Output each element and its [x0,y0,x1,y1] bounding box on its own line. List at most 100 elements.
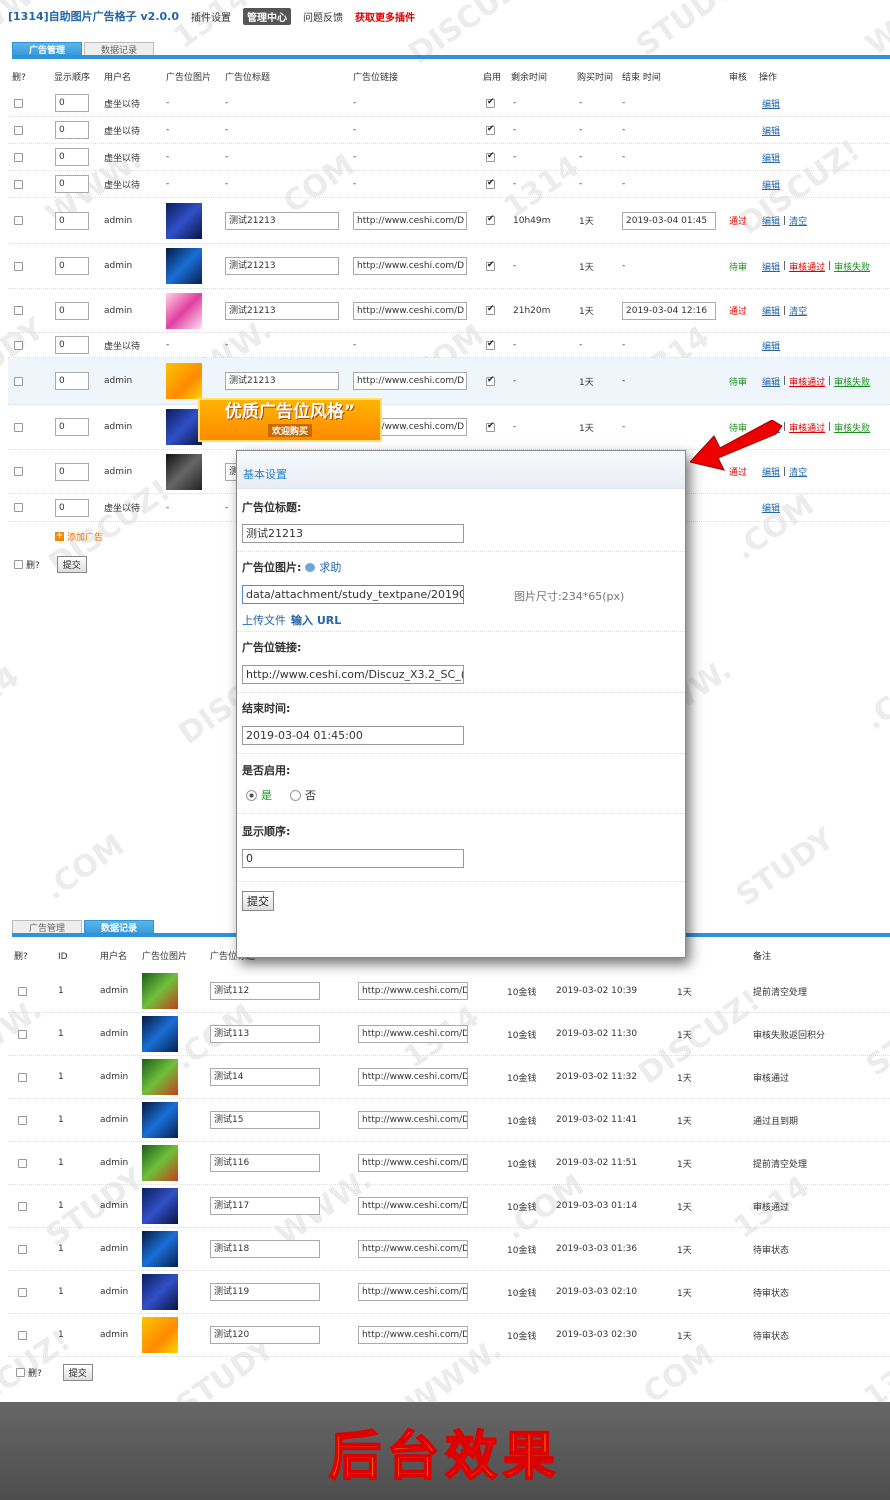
end-time-input[interactable]: 2019-03-04 12:16 [622,301,716,320]
link-input[interactable]: http://www.ceshi.com/D [358,982,468,1000]
row-checkbox[interactable] [14,152,23,162]
title-input[interactable]: 测试120 [210,1326,320,1344]
end-time-input[interactable]: 2019-03-04 01:45:00 [242,726,464,745]
enabled-checkbox[interactable] [486,339,495,350]
action-link[interactable]: 清空 [789,465,807,478]
action-link[interactable]: 编辑 [762,501,780,514]
action-link[interactable]: 编辑 [762,214,780,227]
submit-button[interactable]: 提交 [56,556,87,573]
row-checkbox[interactable] [18,1244,27,1254]
order-input[interactable]: 0 [55,462,89,481]
order-input[interactable]: 0 [55,94,89,112]
row-checkbox[interactable] [14,125,23,135]
action-link[interactable]: 审核失败 [834,260,870,273]
nav-plugin-settings[interactable]: 插件设置 [191,9,231,24]
title-input[interactable]: 测试117 [210,1197,320,1215]
title-input[interactable]: 测试21213 [225,301,339,320]
row-checkbox[interactable] [18,1330,27,1340]
row-checkbox[interactable] [14,467,23,476]
action-link[interactable]: 清空 [789,214,807,227]
action-link[interactable]: 审核失败 [834,421,870,434]
add-ad-link[interactable]: + 添加广告 [55,530,103,543]
order-input[interactable]: 0 [55,372,89,390]
title-input[interactable]: 测试21213 [242,524,464,543]
nav-more-plugins[interactable]: 获取更多插件 [355,9,415,24]
title-input[interactable]: 测试15 [210,1111,320,1129]
title-input[interactable]: 测试21213 [225,257,339,275]
enabled-checkbox[interactable] [486,151,495,162]
row-checkbox[interactable] [14,261,23,271]
end-time-input[interactable]: 2019-03-04 01:45 [622,211,716,230]
action-link[interactable]: 编辑 [762,375,780,388]
radio-yes[interactable] [246,789,257,801]
link-input[interactable]: http://www.ceshi.com/Discuz_X3.2_SC_( [242,665,464,684]
action-link[interactable]: 编辑 [762,339,780,352]
row-checkbox[interactable] [18,1158,27,1168]
link-input[interactable]: http://www.ceshi.com/D [358,1283,468,1301]
order-input[interactable]: 0 [55,211,89,230]
nav-feedback[interactable]: 问题反馈 [303,9,343,24]
link-input[interactable]: http://www.ceshi.com/D [358,1240,468,1258]
link-input[interactable]: http://www.ceshi.com/D [353,257,467,275]
title-input[interactable]: 测试119 [210,1283,320,1301]
title-input[interactable]: 测试112 [210,982,320,1000]
order-input[interactable]: 0 [55,121,89,139]
row-checkbox[interactable] [18,1029,27,1039]
title-input[interactable]: 测试116 [210,1154,320,1172]
row-checkbox[interactable] [18,1287,27,1297]
nav-admin-center[interactable]: 管理中心 [243,7,291,25]
action-link[interactable]: 编辑 [762,97,780,110]
row-checkbox[interactable] [14,503,23,512]
enabled-checkbox[interactable] [486,375,495,386]
order-input[interactable]: 0 [242,849,464,868]
order-input[interactable]: 0 [55,418,89,436]
action-link[interactable]: 编辑 [762,151,780,164]
enabled-checkbox[interactable] [486,178,495,189]
order-input[interactable]: 0 [55,148,89,166]
radio-no[interactable] [290,789,301,801]
row-checkbox[interactable] [14,179,23,189]
row-checkbox[interactable] [14,376,23,386]
title-input[interactable]: 测试21213 [225,211,339,230]
action-link[interactable]: 审核通过 [789,375,825,388]
row-checkbox[interactable] [14,216,23,225]
select-all-checkbox-2[interactable] [16,1368,25,1377]
order-input[interactable]: 0 [55,301,89,320]
enabled-checkbox[interactable] [486,260,495,271]
title-input[interactable]: 测试14 [210,1068,320,1086]
link-input[interactable]: http://www.ceshi.com/D [358,1154,468,1172]
title-input[interactable]: 测试118 [210,1240,320,1258]
row-checkbox[interactable] [14,422,23,432]
action-link[interactable]: 编辑 [762,124,780,137]
link-input[interactable]: http://www.ceshi.com/D [353,301,467,320]
action-link[interactable]: 审核失败 [834,375,870,388]
link-input[interactable]: http://www.ceshi.com/D [353,211,467,230]
action-link[interactable]: 审核通过 [789,260,825,273]
action-link[interactable]: 编辑 [762,260,780,273]
enabled-checkbox[interactable] [486,304,495,315]
link-input[interactable]: http://www.ceshi.com/D [358,1111,468,1129]
link-input[interactable]: http://www.ceshi.com/D [358,1068,468,1086]
title-input[interactable]: 测试21213 [225,372,339,390]
action-link[interactable]: 编辑 [762,304,780,317]
enabled-checkbox[interactable] [486,97,495,108]
row-checkbox[interactable] [18,986,27,996]
select-all-checkbox[interactable] [14,560,23,569]
enabled-checkbox[interactable] [486,421,495,432]
order-input[interactable]: 0 [55,175,89,193]
submit-button-2[interactable]: 提交 [62,1364,93,1381]
row-checkbox[interactable] [14,306,23,315]
upload-file-link[interactable]: 上传文件 [242,612,286,628]
link-input[interactable]: http://www.ceshi.com/D [358,1025,468,1043]
row-checkbox[interactable] [18,1201,27,1211]
action-link[interactable]: 编辑 [762,178,780,191]
row-checkbox[interactable] [14,98,23,108]
link-input[interactable]: http://www.ceshi.com/D [353,372,467,390]
action-link[interactable]: 审核通过 [789,421,825,434]
help-link[interactable]: 求助 [319,559,341,575]
order-input[interactable]: 0 [55,498,89,517]
enabled-checkbox[interactable] [486,214,495,225]
title-input[interactable]: 测试113 [210,1025,320,1043]
row-checkbox[interactable] [14,340,23,350]
order-input[interactable]: 0 [55,257,89,275]
